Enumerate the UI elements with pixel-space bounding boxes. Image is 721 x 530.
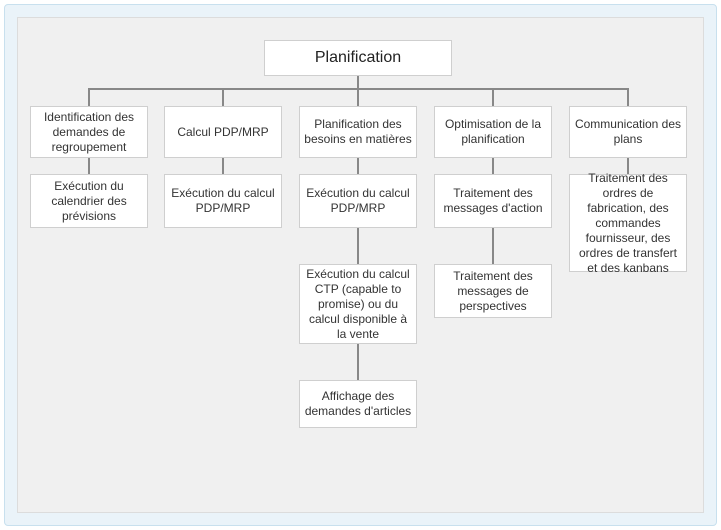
connector <box>357 158 359 174</box>
col5-head: Communication des plans <box>569 106 687 158</box>
connector <box>88 88 90 106</box>
connector <box>88 158 90 174</box>
connector <box>357 76 359 88</box>
col4-item2: Traitement des messages de perspectives <box>434 264 552 318</box>
col4-item1: Traitement des messages d'action <box>434 174 552 228</box>
col2-head: Calcul PDP/MRP <box>164 106 282 158</box>
col3-head: Planification des besoins en matières <box>299 106 417 158</box>
col4-head: Optimisation de la planification <box>434 106 552 158</box>
col5-item1: Traitement des ordres de fabrication, de… <box>569 174 687 272</box>
col2-item1: Exécution du calcul PDP/MRP <box>164 174 282 228</box>
col3-item1: Exécution du calcul PDP/MRP <box>299 174 417 228</box>
col1-item1: Exécution du calendrier des prévisions <box>30 174 148 228</box>
connector <box>222 158 224 174</box>
connector <box>222 88 224 106</box>
connector <box>627 88 629 106</box>
diagram-frame: Planification Identification des demande… <box>4 4 717 526</box>
root-node: Planification <box>264 40 452 76</box>
connector <box>357 88 359 106</box>
col1-head: Identification des demandes de regroupem… <box>30 106 148 158</box>
connector <box>357 228 359 264</box>
connector <box>492 88 494 106</box>
col3-item3: Affichage des demandes d'articles <box>299 380 417 428</box>
connector <box>357 344 359 380</box>
col3-item2: Exécution du calcul CTP (capable to prom… <box>299 264 417 344</box>
connector <box>492 158 494 174</box>
connector <box>492 228 494 264</box>
diagram-canvas: Planification Identification des demande… <box>17 17 704 513</box>
